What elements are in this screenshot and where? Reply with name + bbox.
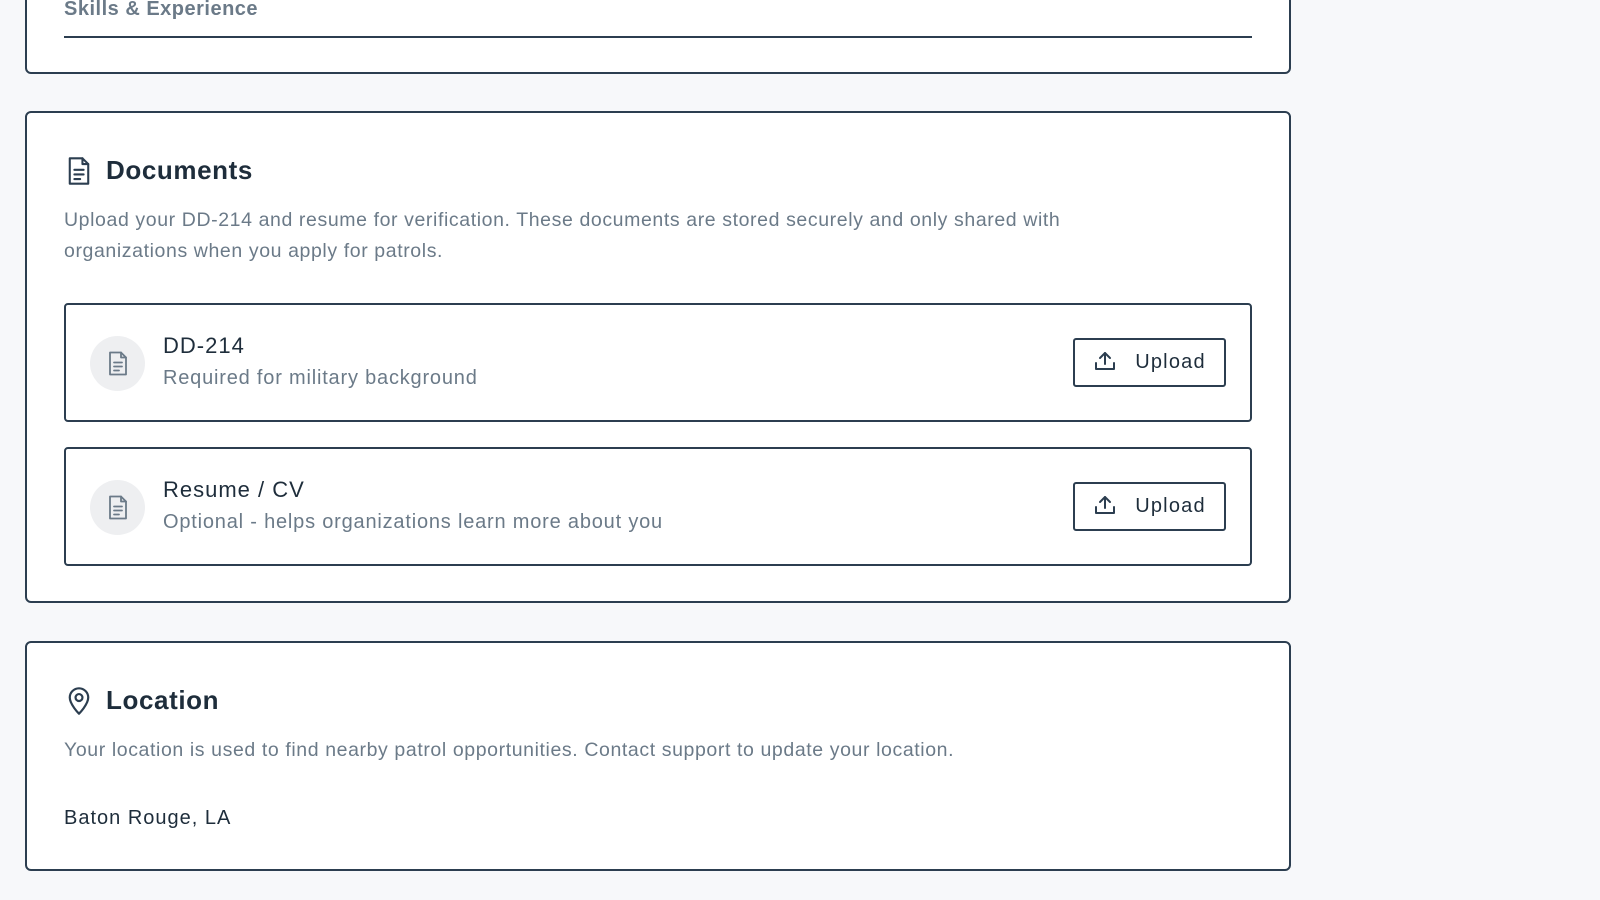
document-name: Resume / CV bbox=[163, 477, 305, 502]
document-subtitle: Optional - helps organizations learn mor… bbox=[163, 511, 663, 533]
documents-title: Documents bbox=[106, 155, 253, 185]
location-description: Your location is used to find nearby pat… bbox=[64, 739, 955, 761]
document-icon bbox=[90, 336, 145, 391]
documents-card: Documents Upload your DD-214 and resume … bbox=[25, 111, 1291, 603]
upload-button-label: Upload bbox=[1135, 351, 1206, 373]
skills-experience-card: Skills & Experience bbox=[25, 0, 1291, 74]
location-value: Baton Rouge, LA bbox=[64, 807, 232, 829]
documents-description: Upload your DD-214 and resume for verifi… bbox=[64, 209, 1061, 262]
map-pin-icon bbox=[64, 686, 94, 716]
profile-page: Skills & Experience Documents Upload you… bbox=[0, 0, 1600, 900]
document-icon bbox=[64, 156, 94, 186]
document-icon bbox=[90, 480, 145, 535]
location-card: Location Your location is used to find n… bbox=[25, 641, 1291, 871]
upload-resume-button[interactable]: Upload bbox=[1073, 482, 1226, 531]
upload-icon bbox=[1093, 493, 1117, 520]
document-name: DD-214 bbox=[163, 333, 245, 358]
skills-divider bbox=[64, 36, 1252, 38]
document-item-resume: Resume / CV Optional - helps organizatio… bbox=[64, 447, 1252, 566]
skills-experience-heading: Skills & Experience bbox=[64, 0, 259, 20]
document-item-dd214: DD-214 Required for military background … bbox=[64, 303, 1252, 422]
location-title: Location bbox=[106, 685, 220, 715]
documents-header: Documents bbox=[64, 155, 253, 186]
upload-icon bbox=[1093, 349, 1117, 376]
document-subtitle: Required for military background bbox=[163, 367, 478, 389]
location-header: Location bbox=[64, 685, 219, 716]
upload-dd214-button[interactable]: Upload bbox=[1073, 338, 1226, 387]
upload-button-label: Upload bbox=[1135, 495, 1206, 517]
